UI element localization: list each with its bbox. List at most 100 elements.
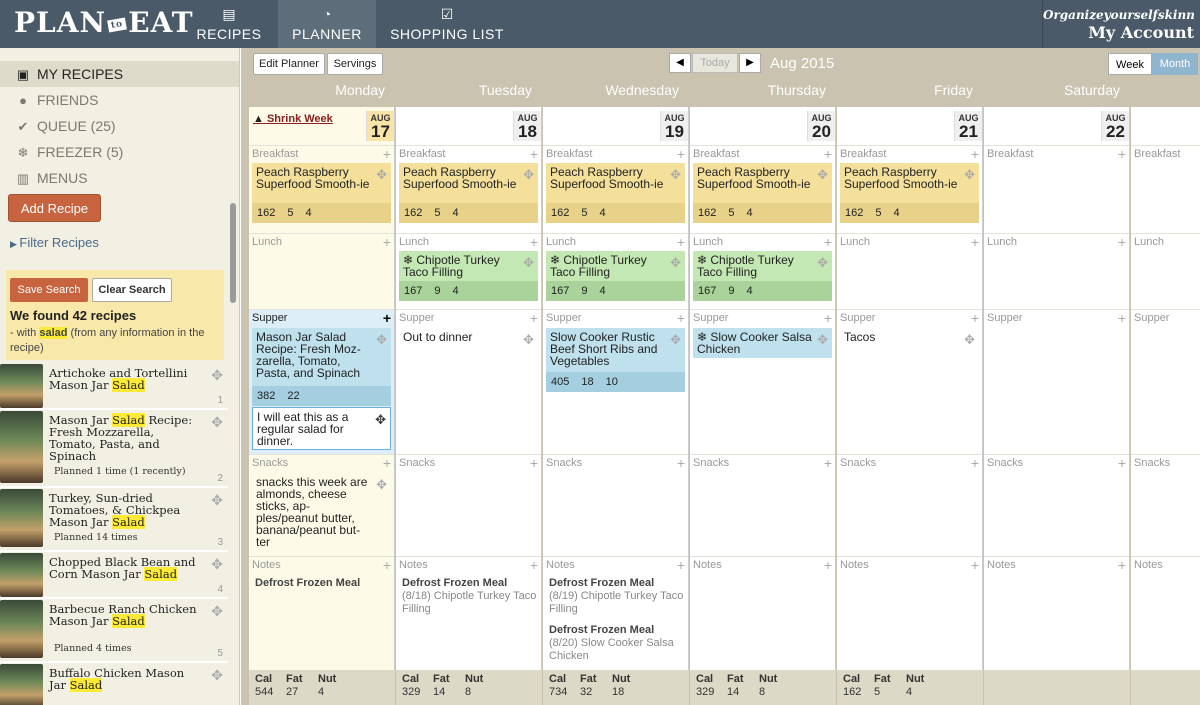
move-icon[interactable]: ✥ [817, 167, 828, 183]
meal-card[interactable]: Peach Raspberry Superfood Smooth-ie ✥ 16… [252, 163, 391, 223]
add-icon[interactable]: + [530, 455, 538, 471]
clear-search-button[interactable]: Clear Search [92, 278, 172, 302]
add-icon[interactable]: + [383, 310, 391, 326]
recipe-item[interactable]: Artichoke and Tortellini Mason Jar Salad… [0, 363, 228, 410]
add-icon[interactable]: + [824, 146, 832, 162]
results-with: - with [10, 327, 37, 339]
add-icon[interactable]: + [971, 455, 979, 471]
add-icon[interactable]: + [383, 234, 391, 250]
move-icon[interactable]: ✥ [670, 167, 681, 183]
move-icon[interactable]: ✥ [211, 492, 223, 509]
move-icon[interactable]: ✥ [211, 414, 223, 431]
add-icon[interactable]: + [824, 234, 832, 250]
save-search-button[interactable]: Save Search [10, 278, 88, 302]
meal-card[interactable]: Mason Jar Salad Recipe: Fresh Moz-zarell… [252, 328, 391, 406]
add-icon[interactable]: + [1118, 557, 1126, 573]
meal-card[interactable]: Slow Cooker Rustic Beef Short Ribs and V… [546, 328, 685, 392]
meal-card[interactable]: Peach Raspberry Superfood Smooth-ie ✥ 16… [546, 163, 685, 223]
account-menu[interactable]: Organizeyourselfskinny My Account [1042, 0, 1200, 48]
recipe-item[interactable]: Mason Jar Salad Recipe: Fresh Mozzarella… [0, 410, 228, 488]
sidebar-item-queue[interactable]: ✔ QUEUE (25) [0, 113, 239, 139]
cal-value: 167 [551, 285, 570, 297]
meal-card[interactable]: ❄ Chipotle Turkey Taco Filling ✥ 167 9 4 [399, 251, 538, 301]
meal-card[interactable]: ❄ Chipotle Turkey Taco Filling ✥ 167 9 4 [546, 251, 685, 301]
next-week-button[interactable]: ▶ [739, 53, 761, 73]
sidebar-item-menus[interactable]: ▥ MENUS [0, 165, 239, 191]
add-icon[interactable]: + [824, 557, 832, 573]
add-icon[interactable]: + [677, 557, 685, 573]
add-icon[interactable]: + [677, 234, 685, 250]
move-icon[interactable]: ✥ [211, 603, 223, 620]
add-icon[interactable]: + [530, 557, 538, 573]
logo[interactable]: PLAN to EAT [14, 6, 194, 39]
add-icon[interactable]: + [1118, 234, 1126, 250]
add-icon[interactable]: + [530, 146, 538, 162]
day-column-wednesday: AUG 19 Breakfast + Peach Raspberry Superf… [543, 107, 689, 670]
add-icon[interactable]: + [1118, 310, 1126, 326]
nav-planner[interactable]: ◔ PLANNER [278, 0, 376, 48]
today-button[interactable]: Today [692, 53, 738, 73]
add-icon[interactable]: + [530, 310, 538, 326]
move-icon[interactable]: ✥ [376, 477, 387, 493]
move-icon[interactable]: ✥ [670, 255, 681, 271]
meal-slot-notes: Notes + Defrost Frozen Meal (8/18) Chipo… [396, 556, 541, 670]
servings-button[interactable]: Servings [327, 53, 383, 75]
move-icon[interactable]: ✥ [211, 367, 223, 384]
add-icon[interactable]: + [530, 234, 538, 250]
sidebar-item-friends[interactable]: ● FRIENDS [0, 87, 239, 113]
sidebar-item-my-recipes[interactable]: ▣ MY RECIPES [0, 61, 239, 87]
move-icon[interactable]: ✥ [523, 332, 534, 348]
meal-card[interactable]: ❄ Chipotle Turkey Taco Filling ✥ 167 9 4 [693, 251, 832, 301]
move-icon[interactable]: ✥ [523, 167, 534, 183]
meal-card[interactable]: Peach Raspberry Superfood Smooth-ie ✥ 16… [840, 163, 979, 223]
move-icon[interactable]: ✥ [817, 332, 828, 348]
meal-card[interactable]: ❄ Slow Cooker Salsa Chicken ✥ [693, 328, 832, 358]
note-card[interactable]: Tacos ✥ [840, 328, 979, 352]
move-icon[interactable]: ✥ [670, 332, 681, 348]
move-icon[interactable]: ✥ [376, 167, 387, 183]
move-icon[interactable]: ✥ [376, 332, 387, 348]
add-icon[interactable]: + [677, 310, 685, 326]
nav-recipes[interactable]: ▤ RECIPES [180, 0, 278, 48]
move-icon[interactable]: ✥ [211, 667, 223, 684]
add-icon[interactable]: + [971, 557, 979, 573]
sidebar-item-freezer[interactable]: ❄ FREEZER (5) [0, 139, 239, 165]
recipe-item[interactable]: Buffalo Chicken Mason Jar Salad ✥ [0, 663, 228, 705]
add-icon[interactable]: + [971, 310, 979, 326]
recipe-name-highlight: Salad [112, 614, 145, 628]
prev-week-button[interactable]: ◀ [669, 53, 691, 73]
recipe-item[interactable]: Turkey, Sun-dried Tomatoes, & Chickpea M… [0, 488, 228, 552]
move-icon[interactable]: ✥ [817, 255, 828, 271]
add-icon[interactable]: + [383, 146, 391, 162]
add-icon[interactable]: + [824, 455, 832, 471]
sidebar-scrollbar[interactable] [230, 203, 236, 303]
move-icon[interactable]: ✥ [964, 332, 975, 348]
move-icon[interactable]: ✥ [964, 167, 975, 183]
edit-planner-button[interactable]: Edit Planner [253, 53, 325, 75]
recipe-item[interactable]: Barbecue Ranch Chicken Mason Jar Salad P… [0, 599, 228, 663]
add-icon[interactable]: + [677, 146, 685, 162]
move-icon[interactable]: ✥ [375, 412, 386, 428]
add-icon[interactable]: + [824, 310, 832, 326]
note-card[interactable]: snacks this week are almonds, cheese sti… [252, 473, 391, 551]
note-card[interactable]: Out to dinner ✥ [399, 328, 538, 352]
meal-card[interactable]: Peach Raspberry Superfood Smooth-ie ✥ 16… [693, 163, 832, 223]
add-icon[interactable]: + [971, 146, 979, 162]
add-recipe-button[interactable]: Add Recipe [8, 194, 101, 222]
add-icon[interactable]: + [971, 234, 979, 250]
week-view-button[interactable]: Week [1108, 53, 1152, 75]
shrink-week-link[interactable]: ▲ Shrink Week [253, 113, 333, 125]
move-icon[interactable]: ✥ [523, 255, 534, 271]
add-icon[interactable]: + [1118, 146, 1126, 162]
month-view-button[interactable]: Month [1152, 53, 1198, 75]
add-icon[interactable]: + [677, 455, 685, 471]
nav-shopping-list[interactable]: ☑ SHOPPING LIST [376, 0, 518, 48]
recipe-item[interactable]: Chopped Black Bean and Corn Mason Jar Sa… [0, 552, 228, 599]
filter-recipes-link[interactable]: ▶ Filter Recipes [10, 235, 99, 250]
note-card[interactable]: I will eat this as a regular salad for d… [252, 407, 391, 450]
meal-card[interactable]: Peach Raspberry Superfood Smooth-ie ✥ 16… [399, 163, 538, 223]
move-icon[interactable]: ✥ [211, 556, 223, 573]
add-icon[interactable]: + [383, 455, 391, 471]
add-icon[interactable]: + [383, 557, 391, 573]
add-icon[interactable]: + [1118, 455, 1126, 471]
